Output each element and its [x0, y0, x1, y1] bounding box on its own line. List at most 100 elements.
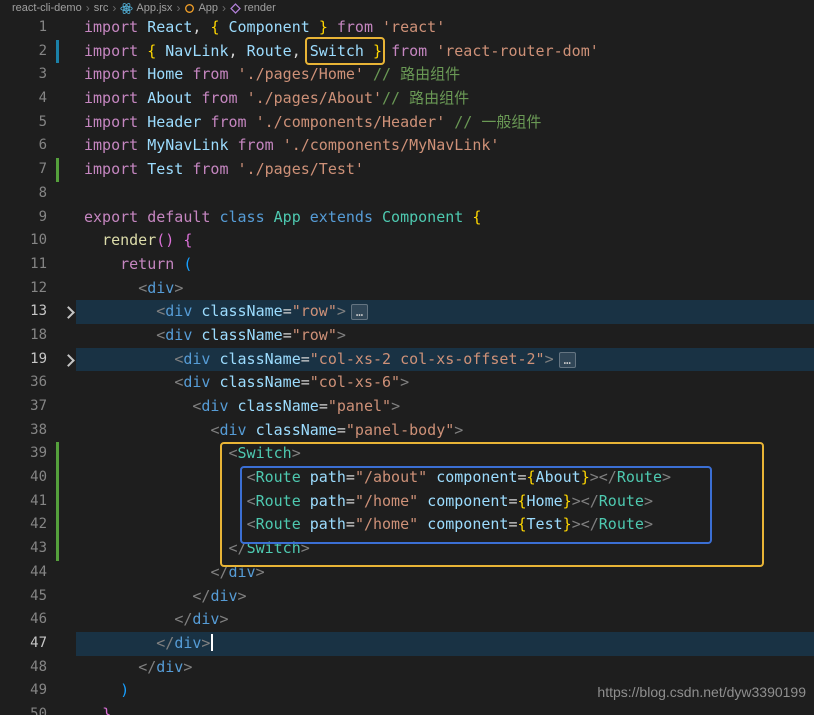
code-token: > [391, 397, 401, 415]
code-line[interactable]: 48 </div> [0, 656, 814, 680]
code-token: Switch [237, 444, 292, 463]
breadcrumb-item-render[interactable]: render [230, 2, 276, 14]
line-number: 19 [30, 350, 47, 367]
code-text: <Route path="/home" component={Test}></R… [84, 513, 653, 537]
code-token: from [192, 65, 229, 84]
code-token: { [526, 468, 536, 487]
code-line[interactable]: 6 import MyNavLink from './components/MyN… [0, 134, 814, 158]
git-added-indicator [56, 158, 59, 182]
code-text: import Header from './components/Header'… [84, 111, 541, 135]
editor-gutter: 39 [0, 442, 84, 467]
code-line[interactable]: 1 import React, { Component } from 'react… [0, 16, 814, 40]
code-line[interactable]: 41 <Route path="/home" component={Home}>… [0, 489, 814, 514]
editor-gutter: 8 [0, 182, 84, 206]
code-token: > [219, 610, 229, 629]
code-line[interactable]: 9 export default class App extends Compon… [0, 206, 814, 230]
editor-gutter: 42 [0, 513, 84, 538]
code-token: < [246, 468, 256, 487]
code-line[interactable]: 47 </div> [0, 631, 814, 656]
code-line[interactable]: 8 [0, 182, 814, 206]
breadcrumb-item-app-jsx[interactable]: App.jsx [120, 2, 172, 15]
code-text: import React, { Component } from 'react' [84, 16, 445, 40]
code-line[interactable]: 3 import Home from './pages/Home' // 路由组件 [0, 63, 814, 87]
code-line[interactable]: 36 <div className="col-xs-6"> [0, 371, 814, 395]
code-line[interactable]: 4 import About from './pages/About'// 路由组… [0, 87, 814, 111]
code-token: About [535, 468, 581, 487]
code-token: component [427, 491, 509, 510]
code-token: < [174, 349, 184, 368]
code-line[interactable]: 19 <div className="col-xs-2 col-xs-offse… [0, 347, 814, 372]
code-token: MyNavLink [147, 136, 229, 155]
code-line[interactable]: 43 </Switch> [0, 537, 814, 561]
code-token: from [237, 136, 274, 155]
code-token: > [400, 373, 410, 392]
code-text: <div className="panel"> [84, 395, 400, 419]
line-number: 47 [30, 634, 47, 651]
code-token: { [517, 491, 527, 510]
code-token: './pages/About' [246, 89, 383, 108]
editor-gutter: 48 [0, 656, 84, 680]
fold-chevron-icon[interactable] [62, 353, 75, 367]
line-number: 9 [38, 208, 47, 225]
editor-gutter: 38 [0, 419, 84, 443]
code-token: Home [526, 491, 563, 510]
fold-chevron-icon[interactable] [62, 306, 75, 320]
code-line[interactable]: 10 render() { [0, 229, 814, 253]
code-line[interactable]: 46 </div> [0, 608, 814, 632]
breadcrumb-item-app[interactable]: App [184, 2, 218, 14]
breadcrumb-item-src[interactable]: src [94, 2, 109, 14]
code-line[interactable]: 42 <Route path="/home" component={Test}>… [0, 513, 814, 538]
line-number: 7 [38, 161, 47, 178]
code-token: { [147, 41, 157, 60]
code-token: "row" [291, 302, 337, 321]
code-line[interactable]: 7 import Test from './pages/Test' [0, 158, 814, 182]
code-text: </div> [84, 561, 264, 585]
code-line[interactable]: 45 </div> [0, 585, 814, 609]
code-token: // 一般组件 [454, 112, 542, 131]
code-line[interactable]: 38 <div className="panel-body"> [0, 419, 814, 443]
code-token: </ [156, 633, 175, 652]
code-token: { [517, 515, 527, 534]
code-line[interactable]: 39 <Switch> [0, 442, 814, 467]
watermark-url: https://blog.csdn.net/dyw3390199 [597, 684, 806, 700]
code-token: < [246, 491, 256, 510]
code-token: './components/Header' [255, 112, 446, 131]
code-text: <Switch> [84, 442, 301, 466]
code-token: ></ [571, 515, 599, 534]
editor-gutter: 18 [0, 324, 84, 348]
code-token: className [219, 373, 301, 392]
code-line[interactable]: 2 import { NavLink, Route, Switch } from … [0, 36, 814, 66]
editor-gutter: 12 [0, 277, 84, 301]
code-token: </ [174, 610, 193, 629]
code-text: <div className="col-xs-2 col-xs-offset-2… [84, 348, 576, 372]
code-token: from [192, 160, 229, 179]
code-line[interactable]: 11 return ( [0, 253, 814, 277]
code-line[interactable]: 40 <Route path="/about" component={About… [0, 466, 814, 490]
code-token: path [309, 491, 346, 510]
code-line[interactable]: 50 } [0, 703, 814, 715]
breadcrumb-label: App.jsx [136, 2, 173, 14]
code-text: import About from './pages/About'// 路由组件 [84, 87, 469, 111]
editor-gutter: 2 [0, 39, 84, 64]
code-line[interactable]: 37 <div className="panel"> [0, 395, 814, 419]
code-line[interactable]: 44 </div> [0, 561, 814, 585]
code-token: "row" [291, 325, 337, 344]
code-line[interactable]: 12 <div> [0, 277, 814, 301]
code-editor[interactable]: 1 import React, { Component } from 'react… [0, 16, 814, 715]
code-line[interactable]: 18 <div className="row"> [0, 324, 814, 348]
code-token: "panel-body" [345, 420, 455, 439]
code-token: { [472, 207, 482, 226]
breadcrumb-item-react-cli-demo[interactable]: react-cli-demo [12, 2, 82, 14]
code-token: < [156, 325, 166, 344]
code-line[interactable]: 5 import Header from './components/Header… [0, 111, 814, 135]
code-line[interactable]: 13 <div className="row">… [0, 300, 814, 324]
code-token: > [291, 444, 301, 463]
